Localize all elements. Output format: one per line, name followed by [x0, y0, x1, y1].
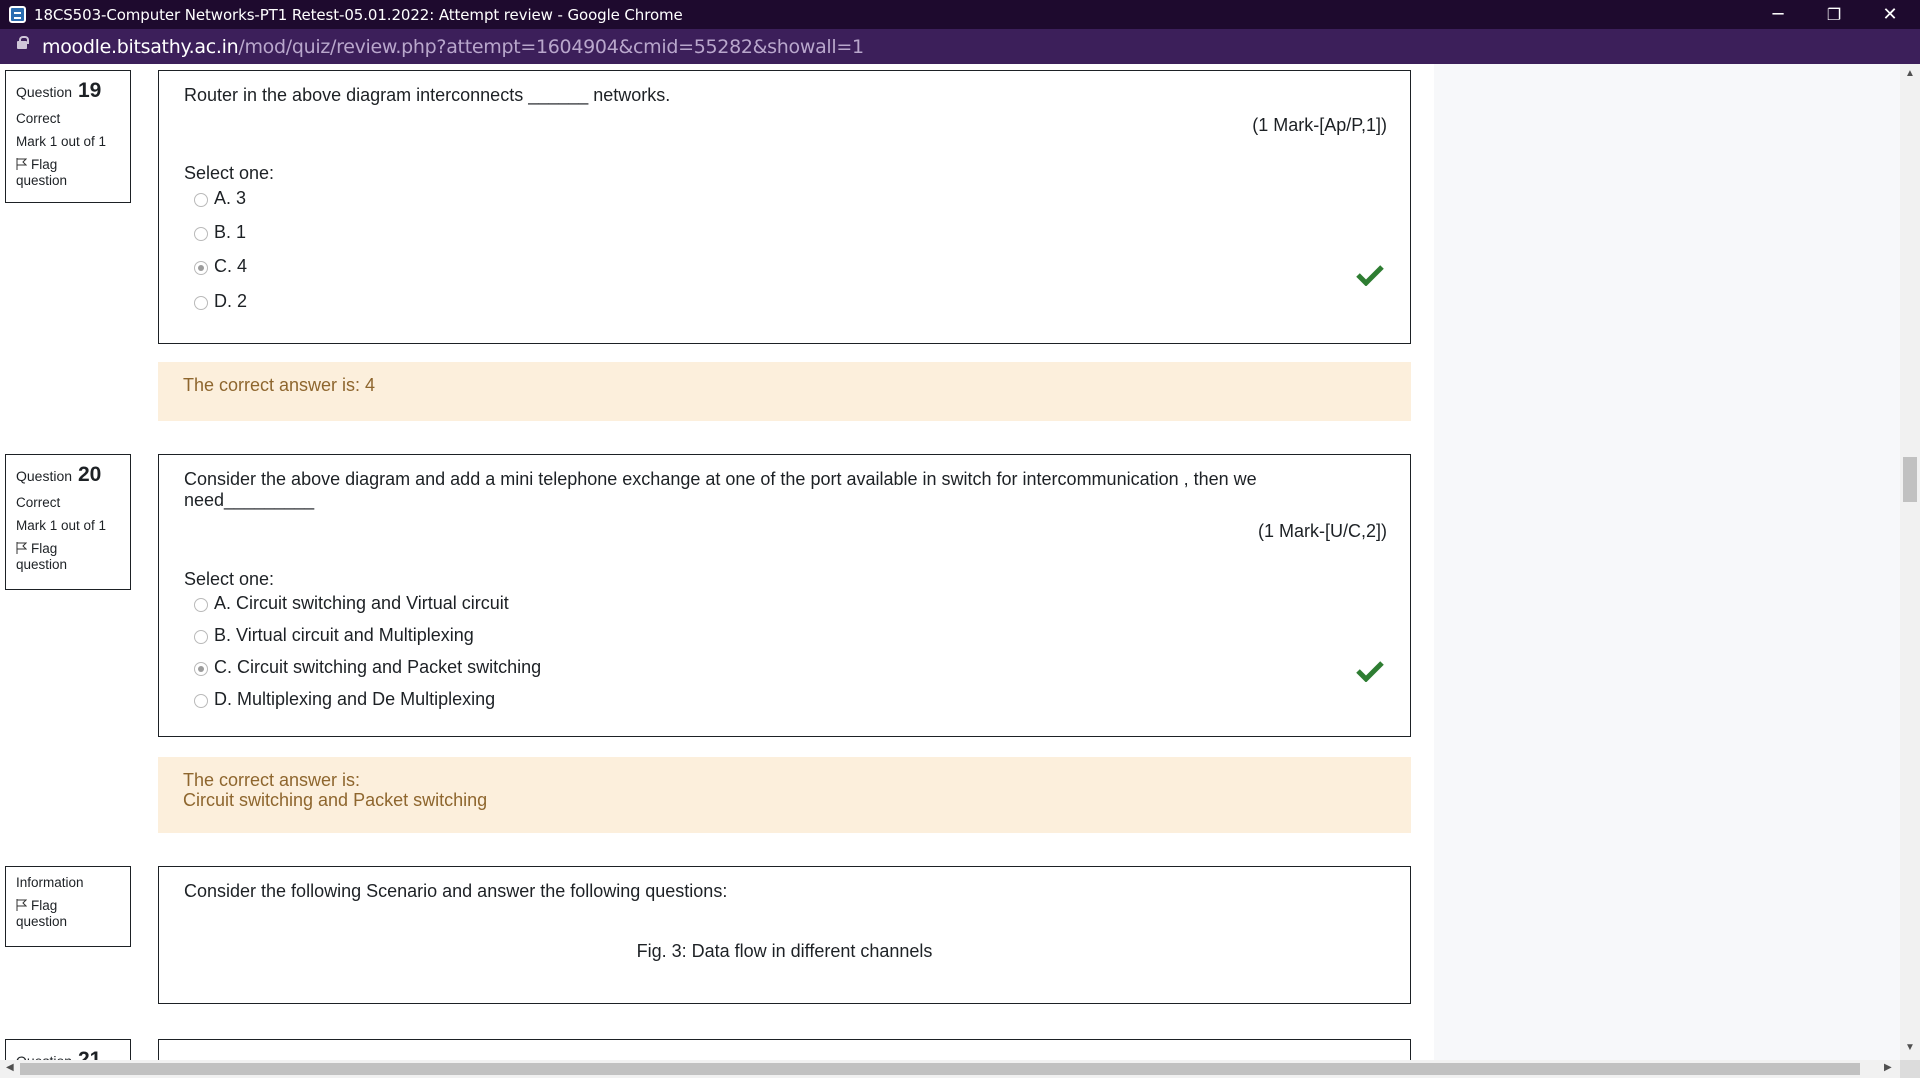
flag-question-link[interactable]: Flag question	[16, 157, 130, 189]
radio-button[interactable]	[194, 227, 208, 241]
scroll-up-arrow-icon[interactable]: ▲	[1900, 68, 1920, 79]
page-viewport: Question 19 Correct Mark 1 out of 1 Flag…	[0, 64, 1920, 1078]
option-label: B. Virtual circuit and Multiplexing	[214, 625, 474, 645]
flag-icon[interactable]	[16, 542, 27, 554]
select-one-label: Select one:	[184, 163, 275, 183]
horizontal-scroll-thumb[interactable]	[20, 1063, 1860, 1075]
question-label: Question	[16, 468, 73, 484]
flag-label-2[interactable]: question	[16, 914, 67, 929]
url-text[interactable]: moodle.bitsathy.ac.in/mod/quiz/review.ph…	[42, 36, 864, 58]
radio-button[interactable]	[194, 630, 208, 644]
flag-label[interactable]: Flag	[31, 157, 57, 172]
flag-label-2[interactable]: question	[16, 173, 67, 188]
option-label: C. Circuit switching and Packet switchin…	[214, 657, 542, 677]
question-text-line-1: Consider the above diagram and add a min…	[184, 469, 1257, 489]
flag-label[interactable]: Flag	[31, 541, 57, 556]
question-19-content: Router in the above diagram interconnect…	[158, 70, 1411, 344]
question-label: Question	[16, 84, 73, 100]
scroll-down-arrow-icon[interactable]: ▼	[1900, 1042, 1920, 1053]
question-20-content: Consider the above diagram and add a min…	[158, 454, 1411, 737]
radio-button-selected[interactable]	[194, 662, 208, 676]
lock-icon[interactable]	[17, 36, 29, 49]
option-label: A. Circuit switching and Virtual circuit	[214, 593, 509, 613]
question-text: Router in the above diagram interconnect…	[184, 85, 671, 105]
right-side-panel	[1434, 64, 1900, 1060]
scrollbar-corner	[1900, 1060, 1920, 1078]
flag-label[interactable]: Flag	[31, 898, 57, 913]
option-label: C. 4	[214, 256, 248, 276]
information-text: Consider the following Scenario and answ…	[184, 881, 728, 901]
question-19-info: Question 19 Correct Mark 1 out of 1 Flag…	[5, 70, 131, 203]
restore-button[interactable]: ❐	[1806, 0, 1862, 29]
question-20-info: Question 20 Correct Mark 1 out of 1 Flag…	[5, 454, 131, 590]
information-label: Information	[16, 875, 84, 890]
question-state: Correct	[16, 495, 61, 510]
question-mark: Mark 1 out of 1	[16, 518, 107, 533]
flag-icon[interactable]	[16, 899, 27, 911]
correct-check-icon	[1356, 265, 1384, 286]
flag-question-link[interactable]: Flag question	[16, 898, 130, 930]
scroll-right-arrow-icon[interactable]: ▶	[1884, 1062, 1892, 1073]
chrome-app-icon	[9, 6, 26, 23]
url-path: /mod/quiz/review.php?attempt=1604904&cmi…	[238, 36, 864, 58]
question-marks: (1 Mark-[U/C,2])	[1257, 521, 1387, 541]
flag-question-link[interactable]: Flag question	[16, 541, 130, 573]
flag-label-2[interactable]: question	[16, 557, 67, 572]
question-text: Consider the above diagram and add a min…	[184, 469, 1257, 511]
feedback-text-line-2: Circuit switching and Packet switching	[183, 790, 488, 810]
question-19-feedback: The correct answer is: 4	[158, 362, 1411, 421]
radio-button[interactable]	[194, 296, 208, 310]
vertical-scrollbar[interactable]: ▲ ▼	[1900, 64, 1920, 1060]
select-one-label: Select one:	[184, 569, 275, 589]
window-titlebar: 18CS503-Computer Networks-PT1 Retest-05.…	[0, 0, 1920, 29]
option-label: D. 2	[214, 291, 248, 311]
option-label: A. 3	[214, 188, 247, 208]
figure-caption: Fig. 3: Data flow in different channels	[636, 941, 933, 961]
question-mark: Mark 1 out of 1	[16, 134, 107, 149]
question-number-value: 19	[77, 79, 102, 102]
minimize-button[interactable]: ─	[1750, 0, 1806, 29]
correct-check-icon	[1356, 661, 1384, 682]
close-button[interactable]: ✕	[1862, 0, 1918, 29]
question-20-feedback: The correct answer is: Circuit switching…	[158, 757, 1411, 833]
option-label: B. 1	[214, 222, 247, 242]
radio-button[interactable]	[194, 193, 208, 207]
address-bar[interactable]: moodle.bitsathy.ac.in/mod/quiz/review.ph…	[0, 29, 1920, 64]
information-info: Information Flag question	[5, 866, 131, 947]
scroll-left-arrow-icon[interactable]: ◀	[6, 1062, 14, 1073]
question-marks: (1 Mark-[Ap/P,1])	[1252, 115, 1387, 135]
question-number-value: 20	[77, 463, 102, 486]
flag-icon[interactable]	[16, 158, 27, 170]
vertical-scroll-thumb[interactable]	[1903, 457, 1917, 502]
window-title: 18CS503-Computer Networks-PT1 Retest-05.…	[34, 6, 683, 24]
horizontal-scrollbar[interactable]: ◀ ▶	[0, 1060, 1900, 1078]
radio-button[interactable]	[194, 694, 208, 708]
option-label: D. Multiplexing and De Multiplexing	[214, 689, 496, 709]
question-text-line-2: need_________	[184, 490, 315, 510]
radio-button[interactable]	[194, 598, 208, 612]
question-number: Question 20	[16, 463, 130, 487]
feedback-text-line-1: The correct answer is:	[183, 770, 361, 790]
information-content: Consider the following Scenario and answ…	[158, 866, 1411, 1004]
question-state: Correct	[16, 111, 61, 126]
question-number: Question 19	[16, 79, 130, 103]
radio-button-selected[interactable]	[194, 261, 208, 275]
url-host: moodle.bitsathy.ac.in	[42, 36, 239, 58]
feedback-text: The correct answer is: 4	[183, 375, 376, 395]
